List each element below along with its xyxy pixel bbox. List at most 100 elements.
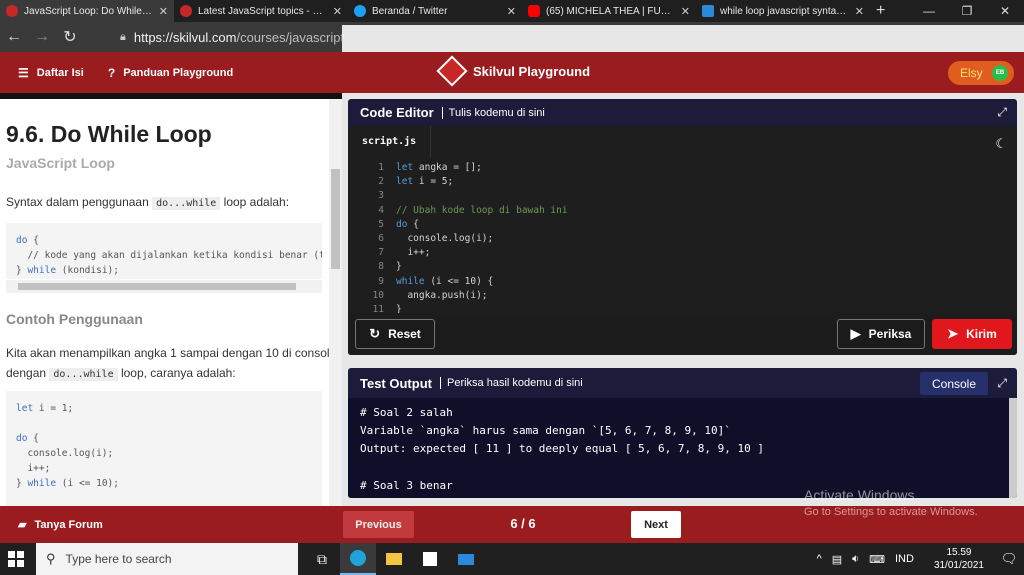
watermark-title: Activate Windows xyxy=(804,487,915,503)
windows-start-icon[interactable] xyxy=(8,551,24,567)
browser-tab-1[interactable]: JavaScript Loop: Do While Loop ✕ xyxy=(0,0,174,22)
code-horizontal-scrollbar[interactable] xyxy=(6,280,322,293)
browser-tab-5[interactable]: while loop javascript syntax - Bing ✕ xyxy=(696,0,870,22)
notification-icon[interactable]: 🗨︎ xyxy=(994,551,1024,567)
code-input[interactable]: 1 2 3 4 5 6 7 8 9 10 11 let angka = []; let i = 5;… xyxy=(348,157,1017,315)
code-token: i++; xyxy=(16,463,51,474)
keyboard-icon[interactable]: ⌨ xyxy=(869,553,885,566)
daftar-isi-label: Daftar Isi xyxy=(36,66,84,79)
code-token: while xyxy=(27,265,57,276)
expand-icon[interactable]: ⤢ xyxy=(997,105,1007,120)
minimize-icon[interactable]: — xyxy=(910,4,948,18)
theme-toggle-icon[interactable]: ☾ xyxy=(995,136,1007,152)
refresh-icon[interactable]: ↻ xyxy=(56,27,84,47)
code-content[interactable]: let angka = []; let i = 5; // Ubah kode … xyxy=(396,161,568,317)
address-bar-row: ← → ↻ 🔒︎ https://skilvul.com/courses/jav… xyxy=(0,22,1024,438)
periksa-button[interactable]: ▶ Periksa xyxy=(837,319,925,349)
code-token: console.log(i); xyxy=(16,448,114,459)
user-name: Elsy xyxy=(960,66,983,80)
line-number: 10 xyxy=(372,289,384,301)
mail-icon[interactable] xyxy=(448,543,484,575)
close-icon[interactable]: ✕ xyxy=(333,5,342,18)
next-button[interactable]: Next xyxy=(631,511,681,538)
avatar: EB xyxy=(992,65,1008,81)
scrollbar-thumb[interactable] xyxy=(18,283,296,290)
tab-title: while loop javascript syntax - Bing xyxy=(720,5,849,17)
line-number: 3 xyxy=(378,190,384,202)
console-button[interactable]: Console xyxy=(920,372,988,395)
refresh-icon: ↻ xyxy=(369,326,381,341)
taskbar-search[interactable]: ⚲ Type here to search xyxy=(36,543,298,575)
tab-title: (65) MICHELA THEA | FULL ALBUM xyxy=(546,5,675,17)
file-tab-row: script.js xyxy=(348,126,1017,157)
code-token: do xyxy=(396,218,408,230)
expand-icon[interactable]: ⤢ xyxy=(997,376,1007,391)
code-token: (i <= 10); xyxy=(56,478,119,489)
close-icon[interactable]: ✕ xyxy=(681,5,690,18)
file-tab[interactable]: script.js xyxy=(348,126,432,157)
file-explorer-icon[interactable] xyxy=(376,543,412,575)
test-output: Test Output Periksa hasil kodemu di sini… xyxy=(348,368,1017,498)
panduan-button[interactable]: ? Panduan Playground xyxy=(108,66,233,80)
close-window-icon[interactable]: ✕ xyxy=(986,4,1024,18)
close-icon[interactable]: ✕ xyxy=(507,5,516,18)
forward-icon[interactable]: → xyxy=(28,28,56,46)
output-subtitle: Periksa hasil kodemu di sini xyxy=(439,377,583,389)
window-controls: — ❐ ✕ xyxy=(910,0,1024,22)
new-tab-button[interactable]: + xyxy=(876,2,885,20)
code-editor: Code Editor Tulis kodemu di sini ⤢ scrip… xyxy=(348,99,1017,355)
p1-after: loop adalah: xyxy=(220,195,290,209)
skilvul-icon xyxy=(180,5,192,17)
tanya-forum-button[interactable]: ▰ Tanya Forum xyxy=(18,518,103,532)
lesson-scrollbar[interactable] xyxy=(329,99,342,506)
network-icon[interactable]: ▤ xyxy=(832,553,842,566)
code-token: while xyxy=(396,275,425,287)
browser-tab-3[interactable]: Beranda / Twitter ✕ xyxy=(348,0,522,22)
code-token: let xyxy=(16,403,34,414)
task-view-icon[interactable]: ⧉ xyxy=(304,543,340,575)
tab-title: Beranda / Twitter xyxy=(372,5,448,17)
reset-button[interactable]: ↻ Reset xyxy=(355,319,435,349)
close-icon[interactable]: ✕ xyxy=(159,5,168,18)
search-placeholder: Type here to search xyxy=(65,552,172,566)
output-title: Test Output xyxy=(360,375,432,391)
menu-icon: ☰ xyxy=(18,65,29,80)
user-menu[interactable]: Elsy EB xyxy=(948,61,1014,85)
line-number: 1 xyxy=(378,162,384,173)
code-token: let xyxy=(396,162,414,173)
tab-title: Latest JavaScript topics - Forum xyxy=(198,5,327,17)
p1-before: Syntax dalam penggunaan xyxy=(6,195,153,209)
kirim-button[interactable]: ➤ Kirim xyxy=(932,319,1012,349)
play-icon: ▶ xyxy=(850,326,861,341)
chat-icon: ▰ xyxy=(18,519,27,531)
language-indicator[interactable]: IND xyxy=(895,553,914,565)
scrollbar-thumb[interactable] xyxy=(331,169,340,269)
tab-title: JavaScript Loop: Do While Loop xyxy=(24,5,153,17)
kirim-label: Kirim xyxy=(966,327,997,341)
code-token: (kondisi); xyxy=(56,265,119,276)
panduan-label: Panduan Playground xyxy=(123,66,234,79)
editor-header: Code Editor Tulis kodemu di sini ⤢ xyxy=(348,99,1017,126)
store-icon[interactable] xyxy=(412,543,448,575)
output-line: Variable `angka` harus sama dengan `[5, … xyxy=(360,424,731,438)
search-icon: ⚲ xyxy=(46,551,56,566)
periksa-label: Periksa xyxy=(868,327,912,341)
previous-button[interactable]: Previous xyxy=(343,511,414,538)
volume-icon[interactable]: 🔉︎ xyxy=(852,553,859,566)
clock[interactable]: 15.59 31/01/2021 xyxy=(934,546,984,572)
inline-code: do...while xyxy=(152,197,221,210)
back-icon[interactable]: ← xyxy=(0,28,28,46)
restore-icon[interactable]: ❐ xyxy=(948,4,986,18)
skilvul-icon xyxy=(6,5,18,17)
browser-tab-4[interactable]: (65) MICHELA THEA | FULL ALBUM ✕ xyxy=(522,0,696,22)
system-tray: ^ ▤ 🔉︎ ⌨ IND 15.59 31/01/2021 🗨︎ xyxy=(817,543,1024,575)
tray-overflow-icon[interactable]: ^ xyxy=(817,553,822,565)
edge-icon[interactable] xyxy=(340,543,376,575)
output-scrollbar[interactable] xyxy=(1009,398,1017,498)
browser-tab-2[interactable]: Latest JavaScript topics - Forum ✕ xyxy=(174,0,348,22)
line-number: 5 xyxy=(378,218,384,230)
close-icon[interactable]: ✕ xyxy=(855,5,864,18)
daftar-isi-button[interactable]: ☰ Daftar Isi xyxy=(18,66,84,80)
p2-line1: Kita akan menampilkan angka 1 sampai den… xyxy=(6,346,337,360)
page-indicator: 6 / 6 xyxy=(510,516,536,531)
